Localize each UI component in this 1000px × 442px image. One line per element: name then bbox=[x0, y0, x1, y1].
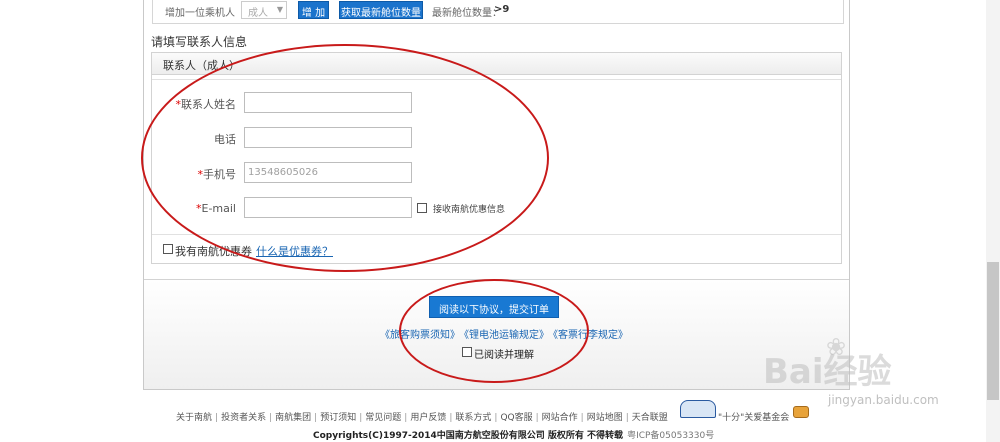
seat-count-value: >9 bbox=[494, 4, 510, 15]
refresh-seats-button[interactable]: 获取最新舱位数量 bbox=[339, 1, 423, 19]
seat-count-label: 最新舱位数量： bbox=[432, 8, 502, 19]
ten-love-link[interactable]: "十分"关爱基金会 bbox=[718, 410, 789, 423]
baidu-watermark: Bai经验 bbox=[763, 352, 892, 392]
footer-links: 关于南航 | 投资者关系 | 南航集团 | 预订须知 | 常见问题 | 用户反馈 | 联系方式 | QQ客服… bbox=[176, 413, 668, 423]
annotation-circle-submit bbox=[399, 279, 589, 383]
footer-link[interactable]: 常见问题 bbox=[365, 413, 401, 423]
icp-number: 粤ICP备05053330号 bbox=[627, 431, 715, 441]
coupon-checkbox[interactable] bbox=[163, 244, 173, 254]
contact-section-title: 请填写联系人信息 bbox=[151, 35, 248, 49]
order-page: 增加一位乘机人 成人 ▼ 增 加 获取最新舱位数量 最新舱位数量： >9 请填写… bbox=[0, 0, 1000, 442]
copyright: Copyrights(C)1997-2014中国南方航空股份有限公司 版权所有 … bbox=[313, 428, 714, 441]
footer-link[interactable]: 南航集团 bbox=[275, 413, 311, 423]
scrollbar-thumb[interactable] bbox=[987, 262, 999, 400]
annotation-circle-contact bbox=[141, 44, 549, 272]
passenger-type-value: 成人 bbox=[248, 8, 268, 19]
passenger-type-select[interactable]: 成人 ▼ bbox=[241, 1, 287, 19]
footer-link[interactable]: 预订须知 bbox=[320, 413, 356, 423]
footer-link[interactable]: 投资者关系 bbox=[221, 413, 266, 423]
add-passenger-button[interactable]: 增 加 bbox=[298, 1, 329, 19]
chevron-down-icon: ▼ bbox=[276, 5, 283, 14]
footer-link[interactable]: 网站地图 bbox=[587, 413, 623, 423]
add-passenger-label: 增加一位乘机人 bbox=[165, 8, 235, 19]
baidu-watermark-url: jingyan.baidu.com bbox=[828, 393, 939, 407]
footer-link[interactable]: QQ客服 bbox=[500, 413, 532, 423]
footer-link[interactable]: 联系方式 bbox=[455, 413, 491, 423]
footer-link[interactable]: 网站合作 bbox=[542, 413, 578, 423]
add-passenger-bar: 增加一位乘机人 成人 ▼ 增 加 获取最新舱位数量 最新舱位数量： >9 bbox=[152, 0, 844, 24]
copyright-text: Copyrights(C)1997-2014中国南方航空股份有限公司 版权所有 … bbox=[313, 431, 624, 441]
footer-link[interactable]: 关于南航 bbox=[176, 413, 212, 423]
footer-link[interactable]: 天合联盟 bbox=[632, 413, 668, 423]
footer-link[interactable]: 用户反馈 bbox=[410, 413, 446, 423]
foundation-logo[interactable] bbox=[680, 400, 716, 418]
partner-icon[interactable] bbox=[793, 406, 809, 418]
